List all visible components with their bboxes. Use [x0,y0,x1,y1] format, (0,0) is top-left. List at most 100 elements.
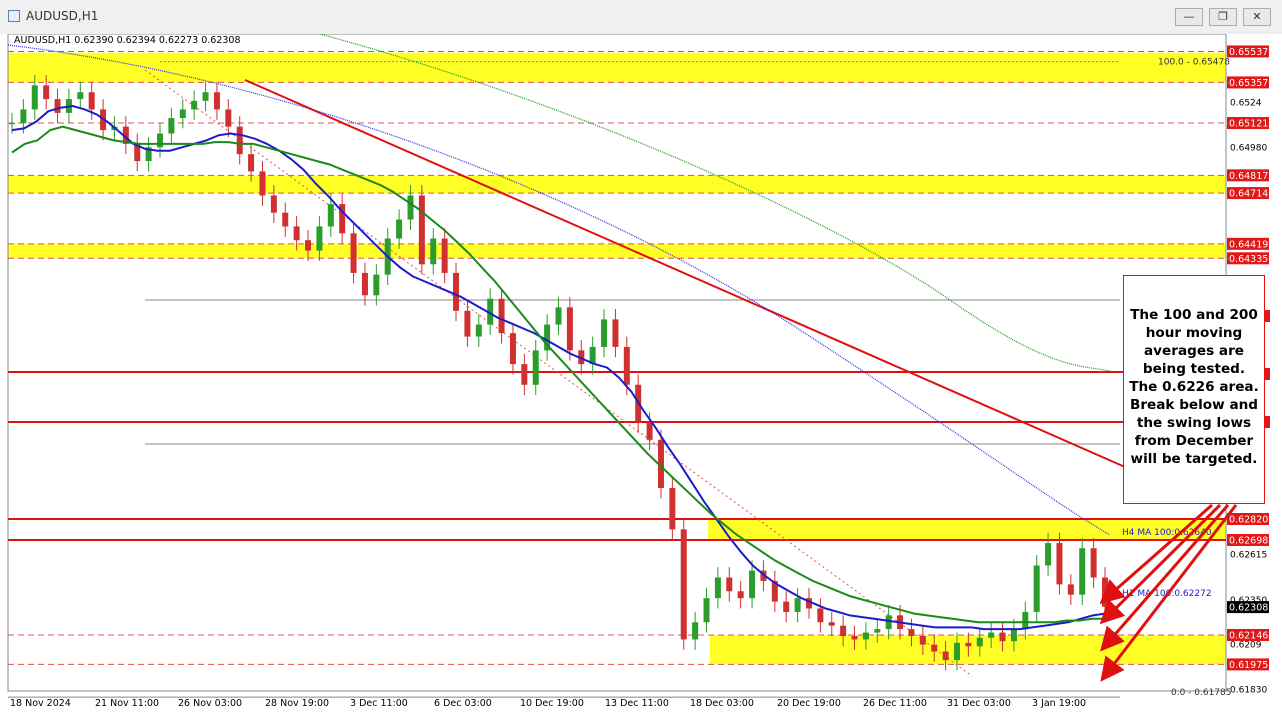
candle-body [931,644,938,652]
price-tag-label: 0.65357 [1229,78,1268,89]
h4-ma-200-line [319,33,1111,372]
annotation-line: from December [1134,433,1254,449]
candle-body [1056,543,1063,585]
candle-body [20,109,27,124]
candle-body [817,608,824,623]
price-scale-label: 0.62615 [1230,550,1267,560]
candle-body [396,219,403,239]
window-titlebar: AUDUSD,H1 — ❐ ✕ [0,0,1282,35]
price-tag-label: 0.64419 [1229,239,1268,250]
price-tag-label: 0.62820 [1229,514,1268,525]
time-axis-label: 26 Dec 11:00 [863,698,927,709]
time-axis-label: 6 Dec 03:00 [434,698,492,709]
candle-body [566,307,573,351]
candle-body [726,577,733,592]
candle-body [521,364,528,385]
candle-body [976,637,983,647]
candle-body [54,99,61,113]
candle-body [225,109,232,127]
candle-body [885,615,892,630]
candle-body [783,601,790,612]
time-axis-label: 3 Dec 11:00 [350,698,408,709]
candle-body [293,226,300,241]
candle-body [965,642,972,647]
candle-body [908,629,915,637]
candle-body [327,204,334,227]
candle-body [9,123,15,125]
annotation-line: hour moving [1145,325,1243,341]
candle-body [213,92,220,110]
candle-body [646,422,653,440]
candle-body [612,319,619,347]
candle-body [555,307,562,325]
fib-100-label: 100.0 - 0.65478 [1158,58,1230,68]
time-axis-label: 20 Dec 19:00 [777,698,841,709]
price-tag-label: 0.64335 [1229,254,1268,265]
candle-body [43,85,50,100]
candle-body [874,629,881,633]
price-scale-label: 0.61830 [1230,685,1267,695]
candle-body [168,118,175,134]
candle-body [77,92,84,100]
price-tag-label: 0.65121 [1229,119,1268,130]
candle-body [1102,577,1108,607]
candle-body [1079,548,1086,595]
price-tag-label: 0.62698 [1229,535,1268,546]
price-scale-label: 0.6209 [1230,641,1262,651]
annotation-line: Break below and [1129,397,1259,413]
candle-body [236,126,243,155]
candle-body [282,212,289,227]
price-tag-label: 0.61975 [1229,660,1268,671]
candle-body [794,598,801,612]
candle-body [305,240,312,251]
candle-body [988,632,995,638]
symbol-info: AUDUSD,H1 0.62390 0.62394 0.62273 0.6230… [14,35,241,46]
candle-body [1067,584,1074,595]
fib-0-label: 0.0 - 0.61785 [1171,688,1232,698]
candle-body [31,85,38,110]
yellow-zone [8,52,1226,83]
trend-line [244,79,1126,468]
candle-body [373,274,380,296]
close-button[interactable]: ✕ [1243,8,1271,26]
candle-body [919,636,926,645]
price-chart[interactable]: AUDUSD,H1 0.62390 0.62394 0.62273 0.6230… [0,33,1282,722]
candle-body [862,632,869,640]
price-tag-label: 0.64714 [1229,189,1268,200]
candle-body [851,636,858,640]
restore-button[interactable]: ❐ [1209,8,1237,26]
minimize-button[interactable]: — [1175,8,1203,26]
candle-body [316,226,323,251]
plot-frame [7,33,1227,692]
time-axis-label: 10 Dec 19:00 [520,698,584,709]
candle-body [498,298,505,334]
candle-body [259,171,266,196]
candle-body [601,319,608,347]
candle-body [441,238,448,273]
candle-body [942,651,949,661]
chart-window-icon [8,10,20,22]
candle-body [1022,611,1029,630]
window-title: AUDUSD,H1 [26,9,99,23]
annotation-line: The 100 and 200 [1130,307,1258,323]
time-axis-label: 18 Dec 03:00 [690,698,754,709]
time-axis-label: 21 Nov 11:00 [95,698,159,709]
candle-body [669,488,676,530]
candle-body [714,577,721,599]
candle-body [407,195,414,220]
candle-body [1045,543,1052,566]
candle-body [350,233,357,273]
yellow-zone [8,175,1226,194]
price-tag-label: 0.62146 [1229,630,1268,641]
annotation-line: the swing lows [1136,415,1252,431]
yellow-zone [8,243,1226,259]
candle-body [475,324,482,337]
candle-body [1090,548,1097,578]
chart-area[interactable]: AUDUSD,H1 0.62390 0.62394 0.62273 0.6230… [0,33,1282,722]
time-axis-label: 31 Dec 03:00 [947,698,1011,709]
candle-body [623,346,630,385]
price-tag-label: 0.65537 [1229,47,1268,58]
candle-body [840,625,847,637]
candle-body [1033,565,1040,612]
time-axis-label: 3 Jan 19:00 [1032,698,1086,709]
